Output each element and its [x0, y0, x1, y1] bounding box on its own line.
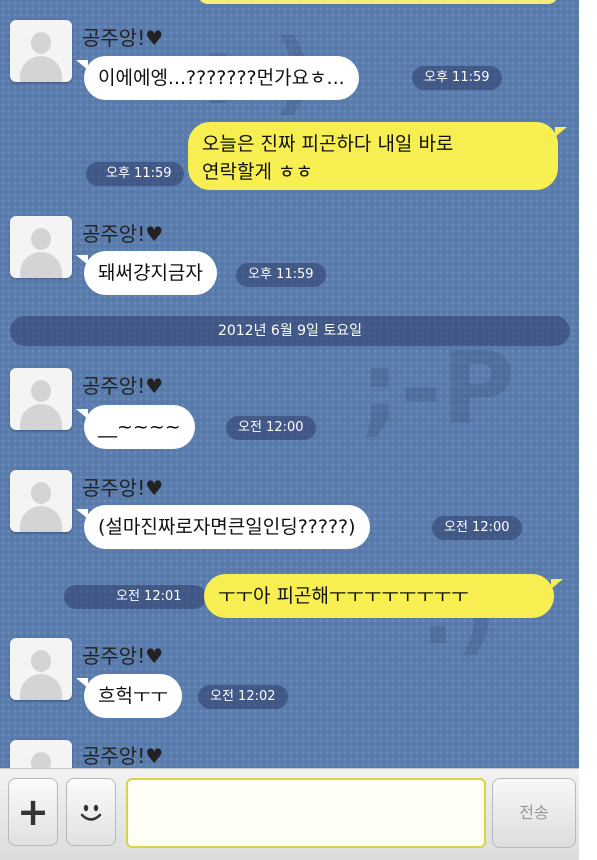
message-time: 오후 11:59 [412, 66, 502, 90]
incoming-message-bubble[interactable]: (설마진짜로자면큰일인딩?????) [76, 505, 370, 549]
avatar[interactable] [10, 368, 72, 430]
emoticon-button[interactable] [66, 778, 116, 846]
avatar[interactable] [10, 638, 72, 700]
incoming-message-bubble[interactable]: 흐헉ㅜㅜ [76, 674, 182, 718]
smiley-icon [80, 804, 102, 821]
message-text-line2: 연락할게 ㅎㅎ [202, 161, 313, 183]
message-time: 오전 12:00 [226, 416, 316, 440]
outgoing-message-bubble[interactable]: 오늘은 진짜 피곤하다 내일 바로 연락할게 ㅎㅎ [188, 122, 567, 190]
message-time: 오후 11:59 [236, 263, 326, 287]
message-time: 오전 12:02 [198, 685, 288, 709]
message-input-bar: + 전송 [0, 768, 579, 860]
incoming-message-bubble[interactable]: 이에에엥...???????먼가요ㅎ... [76, 56, 359, 100]
message-time: 오전 12:00 [432, 516, 522, 540]
avatar[interactable] [10, 740, 72, 768]
avatar[interactable] [10, 216, 72, 278]
sender-name: 공주앙!♥ [82, 374, 164, 398]
sender-name: 공주앙!♥ [82, 222, 164, 246]
send-button[interactable]: 전송 [492, 778, 576, 848]
avatar[interactable] [10, 470, 72, 532]
previous-message-edge [198, 0, 558, 4]
sender-name: 공주앙!♥ [82, 644, 164, 668]
chat-area[interactable]: :-) ;-P :) 공주앙!♥ 이에에엥...???????먼가요ㅎ... 오… [0, 0, 579, 768]
message-time: 오전 12:01 [64, 585, 206, 609]
avatar[interactable] [10, 20, 72, 82]
incoming-message-bubble[interactable]: 돼써걍지금자 [76, 251, 217, 295]
message-text: ㅜㅜ아 피곤해ㅜㅜㅜㅜㅜㅜㅜㅜ [218, 585, 469, 607]
sender-name: 공주앙!♥ [82, 476, 164, 500]
message-time: 오후 11:59 [86, 162, 184, 186]
background-decoration: ;-P [360, 330, 515, 447]
outgoing-message-bubble[interactable]: ㅜㅜ아 피곤해ㅜㅜㅜㅜㅜㅜㅜㅜ [204, 574, 563, 618]
message-text: (설마진짜로자면큰일인딩?????) [98, 516, 356, 538]
date-divider: 2012년 6월 9일 토요일 [10, 316, 570, 346]
sender-name: 공주앙!♥ [82, 26, 164, 50]
attach-plus-button[interactable]: + [8, 778, 58, 846]
message-text-input[interactable] [126, 778, 486, 848]
message-text: 이에에엥...???????먼가요ㅎ... [98, 67, 345, 89]
incoming-message-bubble[interactable]: __~~~~ [76, 405, 195, 449]
message-text: 돼써걍지금자 [98, 262, 203, 284]
message-text: 흐헉ㅜㅜ [98, 685, 168, 707]
message-text: __~~~~ [98, 416, 181, 438]
sender-name: 공주앙!♥ [82, 744, 164, 768]
plus-icon: + [17, 790, 49, 834]
message-text-line1: 오늘은 진짜 피곤하다 내일 바로 [202, 133, 454, 155]
